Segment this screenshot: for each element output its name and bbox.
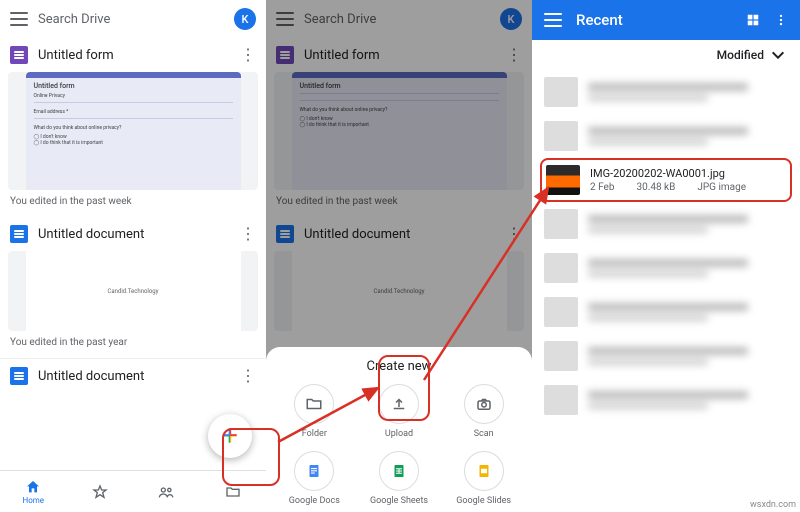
menu-icon[interactable] (544, 13, 562, 27)
option-slides[interactable]: Google Slides (441, 451, 526, 506)
file-row-form[interactable]: Untitled form ⋮ (0, 38, 266, 72)
forms-icon (10, 46, 28, 64)
list-item[interactable] (540, 70, 792, 114)
file-title: Untitled document (38, 369, 230, 384)
file-picker-screen: Recent Modified IMG-20200202-WA0001.jpg … (532, 0, 800, 512)
file-name: IMG-20200202-WA0001.jpg (590, 167, 786, 180)
google-docs-icon (305, 462, 323, 480)
people-icon (158, 484, 174, 500)
screen-title: Recent (576, 11, 732, 29)
option-docs[interactable]: Google Docs (272, 451, 357, 506)
search-input[interactable]: Search Drive (38, 12, 224, 27)
more-icon[interactable]: ⋮ (240, 49, 256, 61)
upload-icon (390, 395, 408, 413)
list-item[interactable] (540, 378, 792, 422)
drive-create-sheet-screen: Search Drive K Untitled form ⋮ Untitled … (266, 0, 532, 512)
google-slides-icon (475, 462, 493, 480)
file-meta: You edited in the past week (0, 196, 266, 217)
create-new-sheet: Create new Folder Upload Scan Google Doc… (266, 347, 532, 512)
more-icon[interactable]: ⋮ (240, 370, 256, 382)
nav-files[interactable] (200, 471, 267, 512)
more-icon[interactable] (774, 13, 788, 27)
watermark: wsxdn.com (750, 500, 796, 510)
menu-icon[interactable] (10, 12, 28, 26)
chevron-down-icon (770, 50, 786, 60)
option-sheets[interactable]: Google Sheets (357, 451, 442, 506)
file-row-doc[interactable]: Untitled document ⋮ (0, 217, 266, 251)
nav-shared[interactable] (133, 471, 200, 512)
image-thumbnail (546, 165, 580, 195)
file-list: IMG-20200202-WA0001.jpg 2 Feb 30.48 kB J… (532, 70, 800, 422)
file-row-doc[interactable]: Untitled document ⋮ (0, 358, 266, 393)
fab-create[interactable]: + (208, 414, 252, 458)
home-icon (25, 479, 41, 495)
file-date: 2 Feb (590, 182, 614, 193)
docs-icon (10, 225, 28, 243)
list-item[interactable] (540, 290, 792, 334)
more-icon[interactable]: ⋮ (240, 228, 256, 240)
list-item[interactable] (540, 246, 792, 290)
file-title: Untitled form (38, 48, 230, 63)
option-folder[interactable]: Folder (272, 384, 357, 439)
option-scan[interactable]: Scan (441, 384, 526, 439)
drive-main-screen: Search Drive K Untitled form ⋮ Untitled … (0, 0, 266, 512)
account-avatar[interactable]: K (234, 8, 256, 30)
file-size: 30.48 kB (636, 182, 675, 193)
folder-icon (225, 484, 241, 500)
sheet-title: Create new (272, 359, 526, 374)
grid-view-icon[interactable] (746, 13, 760, 27)
list-item[interactable] (540, 334, 792, 378)
list-item[interactable] (540, 202, 792, 246)
nav-starred[interactable] (67, 471, 134, 512)
google-sheets-icon (390, 462, 408, 480)
nav-home[interactable]: Home (0, 471, 67, 512)
file-title: Untitled document (38, 227, 230, 242)
folder-icon (305, 395, 323, 413)
camera-icon (475, 395, 493, 413)
option-upload[interactable]: Upload (357, 384, 442, 439)
file-thumbnail[interactable]: Candid.Technology (8, 251, 258, 331)
bottom-nav: Home (0, 470, 266, 512)
file-thumbnail[interactable]: Untitled form Online Privacy Email addre… (8, 72, 258, 190)
file-type: JPG image (697, 182, 746, 193)
list-item-highlighted[interactable]: IMG-20200202-WA0001.jpg 2 Feb 30.48 kB J… (540, 158, 792, 202)
file-meta: You edited in the past year (0, 337, 266, 358)
docs-icon (10, 367, 28, 385)
star-icon (92, 484, 108, 500)
sort-toggle[interactable]: Modified (532, 40, 800, 70)
list-item[interactable] (540, 114, 792, 158)
